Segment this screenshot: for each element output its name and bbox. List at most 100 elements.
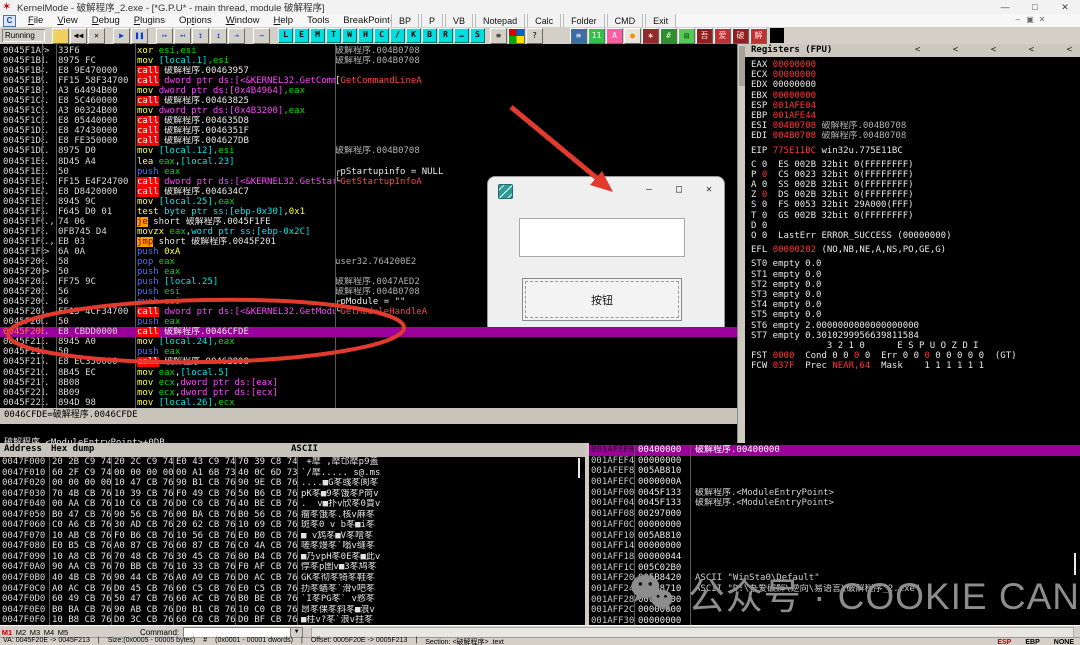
disasm-row[interactable]: 0045F1CE. E8 05440000 call 破解程序.004635D8 xyxy=(0,116,737,127)
help-icon[interactable]: ? xyxy=(526,27,543,44)
plugin-wu-icon[interactable]: 吾 xyxy=(696,27,713,44)
plugin-book-icon[interactable]: ▤ xyxy=(678,27,695,44)
menu-item-file[interactable]: File xyxy=(21,15,50,26)
stack-row[interactable]: 001AFF08 00297000 xyxy=(589,509,1080,520)
restart-icon[interactable]: ◀◀ xyxy=(70,27,87,44)
plugin-po-icon[interactable]: 破 xyxy=(732,27,749,44)
run-icon[interactable]: ▶ xyxy=(113,27,130,44)
register-line[interactable]: ST4 empty 0.0 xyxy=(745,300,1080,310)
disasm-row[interactable]: 0045F213. 8945 A0 mov [local.24],eax xyxy=(0,337,737,347)
plugin-dot-icon[interactable]: ● xyxy=(624,27,641,44)
menu-item-tools[interactable]: Tools xyxy=(300,15,336,26)
register-line[interactable]: ST2 empty 0.0 xyxy=(745,280,1080,290)
step-into-icon[interactable]: ↦ xyxy=(156,27,173,44)
register-line[interactable]: FCW 037F Prec NEAR,64 Mask 1 1 1 1 1 1 xyxy=(745,361,1080,371)
letter-button-H[interactable]: H xyxy=(358,28,373,43)
mdi-control-icon[interactable]: ▣ xyxy=(1024,15,1036,24)
register-line[interactable]: EIP 775E11BC win32u.775E11BC xyxy=(745,146,1080,156)
register-line[interactable]: O 0 LastErr ERROR_SUCCESS (00000000) xyxy=(745,231,1080,241)
quick-button-folder[interactable]: Folder xyxy=(563,14,605,27)
stack-row[interactable]: 001AFF0C 00000000 xyxy=(589,519,1080,531)
window-control-icon[interactable]: ✕ xyxy=(1050,2,1080,13)
dump-row[interactable]: 0047F050 B0 47 CB 76 90 56 CB 76 00 BA CB 7… xyxy=(0,509,585,521)
dump-row[interactable]: 0047F080 E0 B5 CB 76 A0 87 CB 76 60 87 CB 7… xyxy=(0,541,585,552)
disasm-row[interactable]: 0045F1D8. E8 FE350000 call 破解程序.004627DB xyxy=(0,136,737,147)
hex-dump-scroll-thumb[interactable] xyxy=(578,458,580,478)
register-line[interactable]: S 0 FS 0053 32bit 29A000(FFF) xyxy=(745,200,1080,210)
quick-button-notepad[interactable]: Notepad xyxy=(475,14,526,27)
dump-row[interactable]: 0047F030 70 4B CB 76 10 39 CB 76 F0 49 CB 7… xyxy=(0,488,585,500)
menu-item-help[interactable]: Help xyxy=(267,15,301,26)
plugin-flower-icon[interactable]: ✱ xyxy=(642,27,659,44)
letter-button-/[interactable]: / xyxy=(390,28,405,43)
dump-row[interactable]: 0047F0D0 60 49 CB 76 50 47 CB 76 60 AC CB 7… xyxy=(0,594,585,605)
register-line[interactable]: EBP 001AFE44 xyxy=(745,111,1080,121)
command-input[interactable] xyxy=(184,628,290,637)
letter-button-S[interactable]: S xyxy=(470,28,485,43)
stack-row[interactable]: 001AFEF8 005AB810 xyxy=(589,466,1080,478)
open-file-icon[interactable] xyxy=(52,27,69,44)
window-control-icon[interactable]: □ xyxy=(1020,2,1050,13)
register-line[interactable]: ST7 empty 0.3010299956639811584 xyxy=(745,331,1080,341)
plugin-hash-icon[interactable]: # xyxy=(660,27,677,44)
disasm-row[interactable]: 0045F21F. 8B08 mov ecx,dword ptr ds:[eax] xyxy=(0,378,737,388)
stack-row[interactable]: 001AFF10 005AB810 xyxy=(589,530,1080,542)
dump-row[interactable]: 0047F0F0 10 B8 CB 76 D0 3C CB 76 60 C0 CB 7… xyxy=(0,615,585,625)
dialog-edit-box[interactable] xyxy=(519,218,685,257)
appearance-icon[interactable] xyxy=(508,27,525,44)
quick-button-cmd[interactable]: CMD xyxy=(606,14,644,27)
disasm-row[interactable]: 0045F21C. 8B45 EC mov eax,[local.5] xyxy=(0,368,737,378)
letter-button-T[interactable]: T xyxy=(326,28,341,43)
memory-tab-m3[interactable]: M3 xyxy=(28,628,42,637)
register-line[interactable]: ST1 empty 0.0 xyxy=(745,270,1080,280)
disasm-row[interactable]: 0045F1D3. E8 47430000 call 破解程序.0046351F xyxy=(0,126,737,137)
letter-button-…[interactable]: … xyxy=(454,28,469,43)
register-line[interactable]: ST6 empty 2.0000000000000000000 xyxy=(745,321,1080,331)
disasm-row[interactable]: 0045F1B9. FF15 58F34700 call dword ptr ds:… xyxy=(0,76,737,87)
letter-button-B[interactable]: B xyxy=(422,28,437,43)
letter-button-E[interactable]: E xyxy=(294,28,309,43)
register-line[interactable]: FST 0000 Cond 0 0 0 0 Err 0 0 0 0 0 0 0 … xyxy=(745,351,1080,361)
register-line[interactable]: D 0 xyxy=(745,221,1080,231)
register-line[interactable]: 3 2 1 0 E S P U O Z D I xyxy=(745,341,1080,351)
register-line[interactable]: EAX 00000000 xyxy=(745,60,1080,70)
register-line[interactable]: EBX 00000000 xyxy=(745,91,1080,101)
letter-button-K[interactable]: K xyxy=(406,28,421,43)
registers-pane[interactable]: Registers (FPU) < < < < < EAX 00000000 EC… xyxy=(745,44,1080,443)
plugin-ai-icon[interactable]: 爱 xyxy=(714,27,731,44)
status-reg-ebp[interactable]: EBP xyxy=(1025,639,1039,645)
disasm-row[interactable]: 0045F216. 50 push eax xyxy=(0,347,737,357)
dump-row[interactable]: 0047F040 00 AA CB 76 10 C6 CB 76 D0 C0 CB 7… xyxy=(0,499,585,510)
close-process-icon[interactable]: ✕ xyxy=(88,27,105,44)
execute-return-icon[interactable]: → xyxy=(228,27,245,44)
trace-over-icon[interactable]: ↥ xyxy=(210,27,227,44)
register-line[interactable]: T 0 GS 002B 32bit 0(FFFFFFFF) xyxy=(745,211,1080,221)
stack-row[interactable]: 001AFF04 0045F133 破解程序.<ModuleEntryPoint> xyxy=(589,498,1080,510)
letter-button-R[interactable]: R xyxy=(438,28,453,43)
stack-row[interactable]: 001AFEF4 00000000 xyxy=(589,455,1080,467)
dump-row[interactable]: 0047F0A0 90 AA CB 76 70 BB CB 76 10 33 CB 7… xyxy=(0,562,585,574)
dialog-title-bar[interactable]: — □ ✕ xyxy=(488,177,724,203)
dump-row[interactable]: 0047F070 10 AB CB 76 F0 B6 CB 76 10 56 CB 7… xyxy=(0,530,585,542)
memory-tab-m2[interactable]: M2 xyxy=(14,628,28,637)
letter-button-L[interactable]: L xyxy=(278,28,293,43)
dialog-maximize-icon[interactable]: □ xyxy=(668,181,690,199)
stack-row[interactable]: 001AFEFC 0000000A xyxy=(589,477,1080,488)
step-over-icon[interactable]: ↤ xyxy=(174,27,191,44)
quick-button-exit[interactable]: Exit xyxy=(645,14,677,27)
dump-row[interactable]: 0047F020 00 00 00 00 10 47 CB 76 90 B1 CB 7… xyxy=(0,478,585,489)
disasm-row[interactable]: 0045F1E0. 8D45 A4 lea eax,[local.23] xyxy=(0,157,737,167)
dialog-close-icon[interactable]: ✕ xyxy=(698,181,720,199)
status-reg-esp[interactable]: ESP xyxy=(997,639,1011,645)
disasm-row[interactable]: 0045F1C9. A3 00324B00 mov dword ptr ds:[0x… xyxy=(0,106,737,116)
memory-tab-m4[interactable]: M4 xyxy=(42,628,56,637)
hex-dump-pane[interactable]: Address Hex dump ASCII 0047F000 20 2B C9 … xyxy=(0,443,585,625)
pause-icon[interactable]: ❚❚ xyxy=(131,27,148,44)
register-line[interactable]: Z 0 DS 002B 32bit 0(FFFFFFFF) xyxy=(745,190,1080,200)
disasm-row[interactable]: 0045F223. 894D 98 mov [local.26],ecx xyxy=(0,398,737,408)
disasm-row[interactable]: 0045F1B1. 8975 FC mov [local.1],esi 破解程序.00… xyxy=(0,56,737,66)
quick-button-calc[interactable]: Calc xyxy=(527,14,562,27)
quick-button-vb[interactable]: VB xyxy=(445,14,474,27)
dump-row[interactable]: 0047F0E0 B0 BA CB 76 90 AB CB 76 D0 B1 CB 7… xyxy=(0,604,585,616)
disasm-row[interactable]: 0045F20E. E8 CBDD0000 call 破解程序.0046CFDE xyxy=(0,327,737,338)
